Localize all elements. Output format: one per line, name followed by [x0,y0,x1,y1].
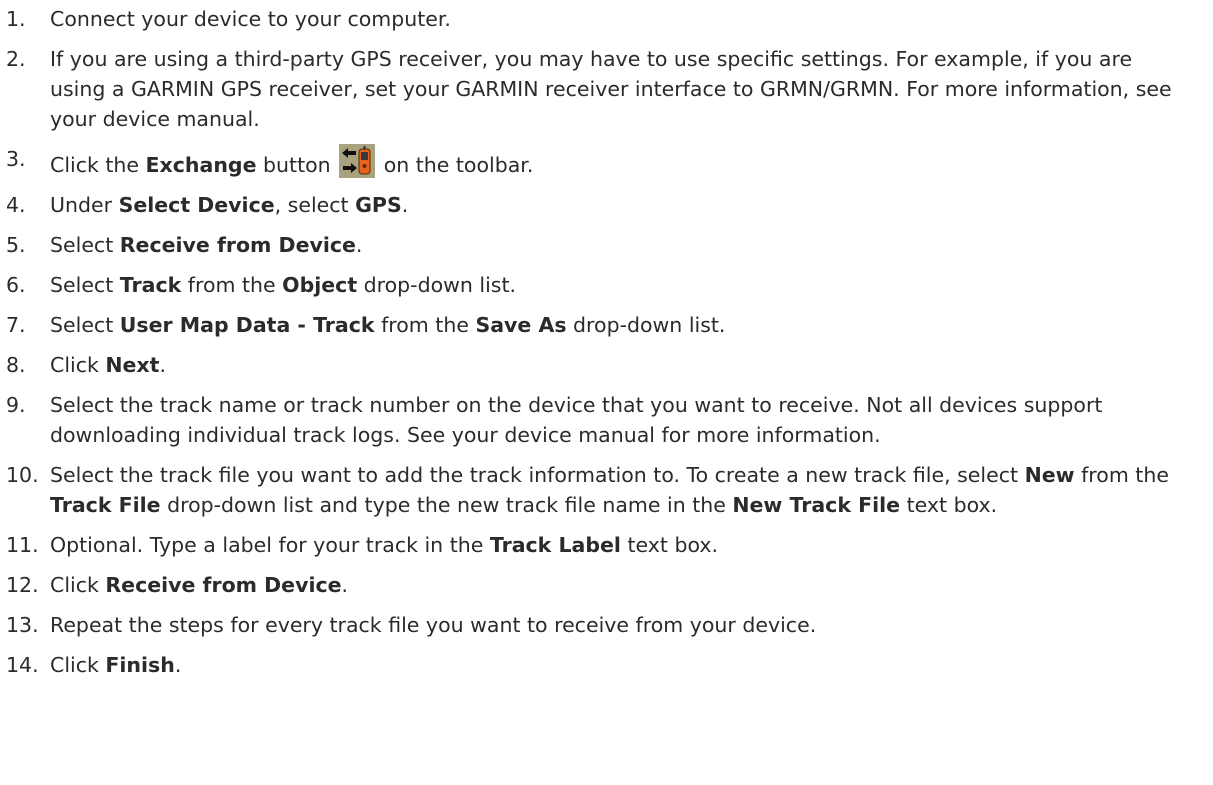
step-text: Click Finish. [50,650,1193,680]
ui-term: Finish [105,653,175,677]
step-number: 4. [6,193,26,217]
exchange-icon [339,144,376,178]
step-text-segment: Select the track name or track number on… [50,393,1103,447]
step-item: 12. Click Receive from Device. [6,570,1193,600]
step-text-segment: from the [374,313,476,337]
step-text: Optional. Type a label for your track in… [50,530,1193,560]
step-item: 2. If you are using a third-party GPS rec… [6,44,1193,134]
step-item: 5. Select Receive from Device. [6,230,1193,260]
step-number: 12. [6,573,39,597]
step-item: 14. Click Finish. [6,650,1193,680]
step-text-segment: If you are using a third-party GPS recei… [50,47,1172,131]
step-number: 10. [6,463,39,487]
step-item: 1. Connect your device to your computer. [6,4,1193,34]
step-text-segment: text box. [620,533,719,557]
ui-term: Track [119,273,182,297]
ui-term: Receive from Device [105,573,342,597]
step-text-segment: from the [1074,463,1169,487]
step-item: 8. Click Next. [6,350,1193,380]
step-text-segment: Click [50,653,106,677]
ui-term: Track File [50,493,161,517]
step-number: 8. [6,353,26,377]
step-text: Select User Map Data - Track from the Sa… [50,310,1193,340]
step-text: If you are using a third-party GPS recei… [50,44,1193,134]
step-text-segment: Select [50,313,120,337]
ui-term: User Map Data - Track [119,313,375,337]
step-text-segment: . [159,353,166,377]
step-item: 3. Click the Exchange button on the toolb… [6,144,1193,180]
ui-term: Save As [475,313,567,337]
ui-term: Object [282,273,358,297]
step-text-segment: Optional. Type a label for your track in… [50,533,490,557]
step-text-segment: button [256,153,338,177]
step-number: 2. [6,47,26,71]
ui-term: Track Label [489,533,621,557]
step-item: 9. Select the track name or track number … [6,390,1193,450]
step-item: 6. Select Track from the Object drop-down… [6,270,1193,300]
step-item: 7. Select User Map Data - Track from the … [6,310,1193,340]
step-text: Select the track file you want to add th… [50,460,1193,520]
step-text-segment: . [401,193,409,217]
step-text-segment: Click [50,353,106,377]
step-text-segment: Under [50,193,119,217]
ui-term: GPS [355,193,402,217]
step-text-segment: , select [274,193,356,217]
step-text-segment: from the [181,273,283,297]
step-text-segment: Click the [50,153,146,177]
step-number: 3. [6,147,26,171]
step-item: 11. Optional. Type a label for your track… [6,530,1193,560]
step-number: 14. [6,653,39,677]
instruction-steps-list: 1. Connect your device to your computer. 2… [0,0,1213,680]
step-item: 10. Select the track file you want to add… [6,460,1193,520]
step-number: 13. [6,613,39,637]
step-text-segment: Repeat the steps for every track file yo… [50,613,817,637]
step-text-segment: Click [50,573,106,597]
step-number: 5. [6,233,26,257]
step-text-segment: Connect your device to your computer. [50,7,451,31]
step-item: 4. Under Select Device, select GPS. [6,190,1193,220]
step-text: Select the track name or track number on… [50,390,1193,450]
step-text-segment: drop-down list. [357,273,517,297]
ui-term: Next [105,353,160,377]
step-text: Select Receive from Device. [50,230,1193,260]
step-text: Select Track from the Object drop-down l… [50,270,1193,300]
step-number: 6. [6,273,26,297]
step-text-segment: Select [50,273,120,297]
step-text-segment: drop-down list and type the new track fi… [160,493,733,517]
step-text: Connect your device to your computer. [50,4,1193,34]
step-text-segment: drop-down list. [566,313,726,337]
step-text: Under Select Device, select GPS. [50,190,1193,220]
step-text-segment: Select [50,233,120,257]
ui-term: Exchange [145,153,257,177]
ui-term: New Track File [732,493,901,517]
step-number: 11. [6,533,39,557]
step-text: Repeat the steps for every track file yo… [50,610,1193,640]
step-item: 13. Repeat the steps for every track file… [6,610,1193,640]
step-number: 7. [6,313,26,337]
step-text-segment: Select the track file you want to add th… [50,463,1025,487]
step-text-segment: . [355,233,363,257]
step-text: Click the Exchange button on the toolbar… [50,144,1193,180]
step-number: 1. [6,7,26,31]
ui-term: Receive from Device [119,233,356,257]
ui-term: Select Device [118,193,275,217]
step-text-segment: text box. [900,493,998,517]
step-number: 9. [6,393,26,417]
step-text: Click Receive from Device. [50,570,1193,600]
ui-term: New [1024,463,1075,487]
step-text-segment: on the toolbar. [377,153,534,177]
step-text-segment: . [174,653,182,677]
step-text: Click Next. [50,350,1193,380]
step-text-segment: . [341,573,349,597]
